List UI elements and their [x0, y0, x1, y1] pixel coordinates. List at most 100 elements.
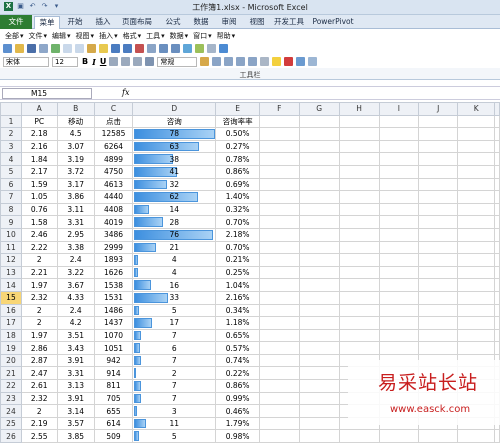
cell[interactable]	[378, 139, 420, 154]
menu-item-4[interactable]: 插入	[99, 31, 113, 41]
cell[interactable]	[298, 253, 340, 267]
cell[interactable]: 2.17	[20, 164, 58, 179]
row-header[interactable]: 22	[0, 379, 22, 393]
cell[interactable]: 1.59	[20, 177, 58, 192]
row-header[interactable]: 5	[0, 164, 22, 179]
cell[interactable]	[298, 404, 340, 418]
header-cell[interactable]: 咨询率率	[215, 114, 260, 129]
menu-item-1[interactable]: 文件	[29, 31, 43, 41]
row-header[interactable]: 17	[0, 316, 22, 330]
cell[interactable]	[258, 379, 300, 393]
cell[interactable]	[378, 328, 420, 343]
row-header[interactable]: 3	[0, 139, 22, 154]
cell[interactable]: 3.14	[56, 404, 95, 418]
cell[interactable]: 0.74%	[215, 353, 260, 368]
cell[interactable]: 2.19	[20, 416, 58, 431]
cell[interactable]: 2.87	[20, 353, 58, 368]
cell[interactable]: 0.57%	[215, 341, 260, 355]
cell[interactable]	[457, 290, 495, 305]
cell[interactable]	[378, 253, 420, 267]
cell[interactable]	[338, 341, 380, 355]
cell[interactable]: 3.22	[56, 265, 95, 280]
databar-cell[interactable]: 38	[132, 152, 217, 166]
cell[interactable]	[258, 190, 300, 204]
cell[interactable]	[298, 278, 340, 292]
cell[interactable]	[457, 341, 495, 355]
menu-item-8[interactable]: 窗口	[193, 31, 207, 41]
menu-item-5[interactable]: 格式	[123, 31, 137, 41]
sum-icon[interactable]	[147, 44, 156, 53]
cell[interactable]: 705	[93, 391, 134, 406]
borders-icon[interactable]	[260, 57, 270, 66]
cell[interactable]	[494, 177, 500, 192]
cell[interactable]	[494, 253, 500, 267]
sort-desc-icon[interactable]	[171, 44, 180, 53]
cell[interactable]: 2.55	[20, 429, 58, 443]
row-header[interactable]: 15	[0, 290, 22, 305]
cell[interactable]	[378, 202, 420, 217]
cell[interactable]: 0.76	[20, 202, 58, 217]
cell[interactable]: 2.22	[20, 240, 58, 255]
cell[interactable]	[494, 114, 500, 129]
cell[interactable]	[418, 127, 459, 141]
cell[interactable]: 4.5	[56, 127, 95, 141]
cell[interactable]	[258, 177, 300, 192]
cell[interactable]	[298, 290, 340, 305]
cell[interactable]	[418, 303, 459, 318]
cell[interactable]	[457, 227, 495, 242]
cell[interactable]: 2.18	[20, 127, 58, 141]
cell[interactable]	[457, 139, 495, 154]
cell[interactable]: 1.97	[20, 278, 58, 292]
row-header[interactable]: 8	[0, 202, 22, 217]
databar-cell[interactable]: 28	[132, 215, 217, 229]
cell[interactable]	[338, 253, 380, 267]
cell[interactable]: 3.19	[56, 152, 95, 166]
databar-cell[interactable]: 11	[132, 416, 217, 431]
name-box[interactable]: M15	[2, 88, 92, 99]
cell[interactable]: 2999	[93, 240, 134, 255]
cell[interactable]	[258, 416, 300, 431]
cell[interactable]	[457, 328, 495, 343]
comma-icon[interactable]	[224, 57, 234, 66]
cell[interactable]: 1531	[93, 290, 134, 305]
cell[interactable]: 0.22%	[215, 366, 260, 381]
cell[interactable]: 0.78%	[215, 152, 260, 166]
cell[interactable]: 1.58	[20, 215, 58, 229]
cell[interactable]	[338, 164, 380, 179]
menu-item-7[interactable]: 数据	[170, 31, 184, 41]
cell[interactable]	[418, 190, 459, 204]
tab-1[interactable]: 菜单	[34, 16, 60, 29]
cell[interactable]	[457, 202, 495, 217]
cell[interactable]	[494, 303, 500, 318]
fx-icon[interactable]: fx	[122, 88, 129, 97]
tab-3[interactable]: 插入	[90, 16, 116, 29]
cell[interactable]	[418, 240, 459, 255]
cell[interactable]	[338, 190, 380, 204]
databar-cell[interactable]: 7	[132, 391, 217, 406]
new-icon[interactable]	[3, 44, 12, 53]
format-painter-icon[interactable]	[99, 44, 108, 53]
cell[interactable]	[258, 290, 300, 305]
cell[interactable]: 12585	[93, 127, 134, 141]
databar-cell[interactable]: 4	[132, 253, 217, 267]
row-header[interactable]: 18	[0, 328, 22, 343]
cell[interactable]: 1070	[93, 328, 134, 343]
header-cell[interactable]: 咨询	[132, 114, 217, 129]
cell[interactable]: 2.16	[20, 139, 58, 154]
cell[interactable]: 3.51	[56, 328, 95, 343]
cell[interactable]	[378, 152, 420, 166]
cell[interactable]	[378, 316, 420, 330]
databar-cell[interactable]: 76	[132, 227, 217, 242]
underline-icon[interactable]: U	[100, 57, 107, 66]
row-header[interactable]: 21	[0, 366, 22, 381]
cell[interactable]	[258, 429, 300, 443]
cell[interactable]	[457, 114, 495, 129]
cell[interactable]	[378, 303, 420, 318]
cell[interactable]	[258, 202, 300, 217]
cell[interactable]: 3.07	[56, 139, 95, 154]
column-header[interactable]: B	[56, 102, 95, 116]
databar-cell[interactable]: 62	[132, 190, 217, 204]
databar-cell[interactable]: 17	[132, 316, 217, 330]
cell[interactable]: 0.34%	[215, 303, 260, 318]
cell[interactable]	[457, 164, 495, 179]
